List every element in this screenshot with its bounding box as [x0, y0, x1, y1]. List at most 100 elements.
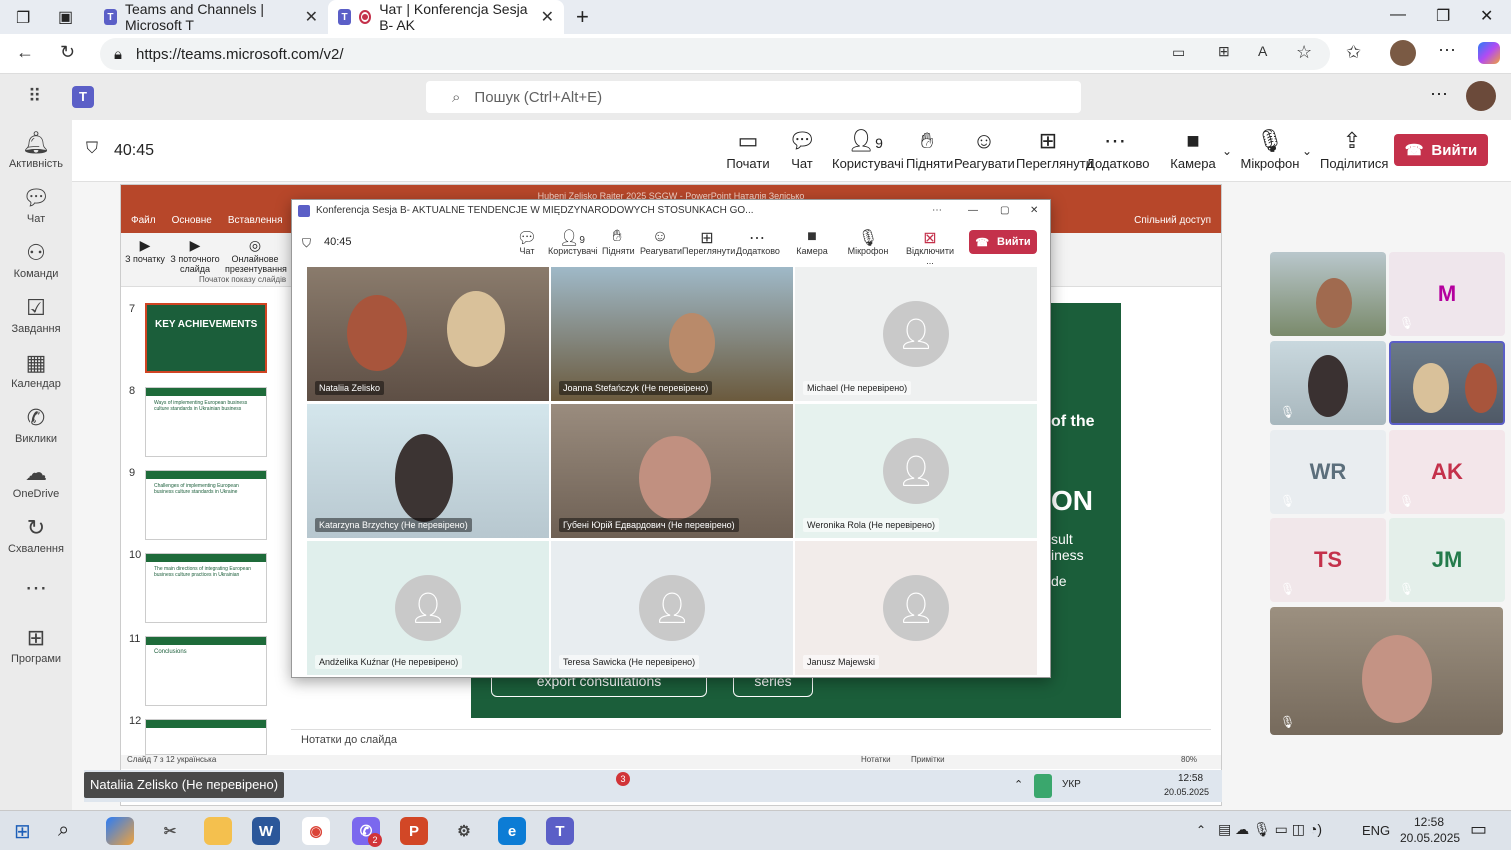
- rail-approvals[interactable]: ↻ Схвалення: [0, 515, 72, 555]
- minimize-icon[interactable]: —: [1390, 6, 1406, 24]
- react-button[interactable]: ☺ Реагувати: [954, 128, 1015, 171]
- slide-notes[interactable]: Нотатки до слайда: [291, 729, 1211, 751]
- ppt-comments-toggle[interactable]: Примітки: [911, 755, 945, 764]
- popup-react-button[interactable]: ☺ Реагувати: [640, 228, 682, 256]
- ppt-from-start[interactable]: ▶ З початку: [125, 237, 165, 264]
- gallery-tile-active[interactable]: [1389, 341, 1505, 425]
- url-field[interactable]: 🔒︎ https://teams.microsoft.com/v2/: [100, 38, 1330, 70]
- popup-more-button[interactable]: ⋯ Додатково: [736, 228, 780, 256]
- ppt-tab-file[interactable]: Файл: [131, 215, 156, 226]
- word-icon[interactable]: W: [252, 817, 280, 845]
- notifications-icon[interactable]: ▭: [1470, 819, 1487, 840]
- ppt-zoom[interactable]: 80%: [1181, 755, 1197, 764]
- gallery-tile[interactable]: JM 🎙︎: [1389, 518, 1505, 602]
- ppt-tab-insert[interactable]: Вставлення: [228, 215, 283, 226]
- popup-raise-button[interactable]: ✋︎ Підняти: [602, 228, 635, 256]
- video-tile[interactable]: Nataliia Zelisko: [307, 267, 549, 401]
- video-tile[interactable]: 👤︎ Andżelika Kuźnar (Не перевірено): [307, 541, 549, 675]
- gallery-tile[interactable]: [1270, 252, 1386, 336]
- video-tile[interactable]: 👤︎ Janusz Majewski: [795, 541, 1037, 675]
- rail-onedrive[interactable]: ☁ OneDrive: [0, 460, 72, 500]
- folder-icon[interactable]: [204, 817, 232, 845]
- rail-activity[interactable]: 🔔︎ Активність: [0, 130, 72, 170]
- settings-icon[interactable]: ⚙: [450, 817, 478, 845]
- app-launcher-icon[interactable]: ⠿: [28, 86, 41, 107]
- back-icon[interactable]: ←: [16, 42, 34, 63]
- read-aloud-icon[interactable]: A: [1258, 43, 1267, 59]
- copilot-icon[interactable]: [1478, 42, 1500, 64]
- favorites-icon[interactable]: ✩: [1346, 42, 1361, 63]
- refresh-icon[interactable]: ↻: [60, 42, 75, 63]
- more-options-icon[interactable]: ⋯: [1430, 84, 1448, 105]
- tab-chat-konferencja[interactable]: T Чат | Konferencja Sesja B- AK ✕: [328, 0, 564, 34]
- tab-teams-channels[interactable]: T Teams and Channels | Microsoft T ✕: [94, 0, 328, 34]
- raise-hand-button[interactable]: ✋︎ Підняти: [906, 128, 953, 171]
- camera-button[interactable]: ■ Камера: [1168, 128, 1218, 171]
- teams-icon[interactable]: T: [546, 817, 574, 845]
- edge-icon[interactable]: e: [498, 817, 526, 845]
- more-icon[interactable]: ⋯: [932, 200, 942, 222]
- search-input[interactable]: ⌕ Пошук (Ctrl+Alt+E): [426, 81, 1081, 113]
- minimize-icon[interactable]: —: [968, 200, 978, 222]
- popup-people-button[interactable]: 👤︎9 Користувачі: [548, 228, 598, 256]
- close-tab-icon[interactable]: ✕: [305, 7, 318, 27]
- video-tile[interactable]: Joanna Stefańczyk (Не перевірено): [551, 267, 793, 401]
- popup-chat-button[interactable]: 💬︎ Чат: [516, 228, 538, 256]
- rail-more[interactable]: ⋯: [0, 575, 72, 603]
- slide-thumb-10[interactable]: The main directions of integrating Europ…: [145, 553, 267, 623]
- rail-tasks[interactable]: ☑ Завдання: [0, 295, 72, 335]
- popup-camera-button[interactable]: ■ Камера: [796, 228, 828, 256]
- maximize-icon[interactable]: ▢: [1000, 200, 1009, 222]
- profile-avatar[interactable]: [1390, 40, 1416, 66]
- gallery-tile-large[interactable]: 🎙︎: [1270, 607, 1503, 735]
- video-tile[interactable]: Katarzyna Brzychcy (Не перевірено): [307, 404, 549, 538]
- video-tile[interactable]: 👤︎ Weronika Rola (Не перевірено): [795, 404, 1037, 538]
- ppt-tab-home[interactable]: Основне: [172, 215, 212, 226]
- start-icon[interactable]: ⊞: [14, 819, 31, 844]
- popup-disconnect-button[interactable]: ⊠ Відключити ...: [904, 228, 956, 266]
- search-icon[interactable]: ⌕: [58, 819, 69, 842]
- slide-thumb-12[interactable]: [145, 719, 267, 755]
- chrome-icon[interactable]: ◉: [302, 817, 330, 845]
- video-tile[interactable]: Губені Юрій Едвардович (Не перевірено): [551, 404, 793, 538]
- chat-button[interactable]: 💬︎ Чат: [784, 128, 820, 171]
- ppt-from-current[interactable]: ▶ З поточного слайда: [167, 237, 223, 274]
- close-window-icon[interactable]: ✕: [1480, 6, 1493, 26]
- tools-icon[interactable]: ✂: [156, 817, 184, 845]
- workspaces-icon[interactable]: ❐: [16, 8, 30, 28]
- rail-calls[interactable]: ✆ Виклики: [0, 405, 72, 445]
- slide-thumb-9[interactable]: Challenges of implementing European busi…: [145, 470, 267, 540]
- tab-actions-icon[interactable]: ▣: [58, 7, 73, 27]
- user-avatar[interactable]: [1466, 81, 1496, 111]
- gallery-tile[interactable]: TS 🎙︎: [1270, 518, 1386, 602]
- camera-options-icon[interactable]: ⌄: [1222, 144, 1232, 158]
- ppt-share[interactable]: Спільний доступ: [1134, 215, 1211, 226]
- gallery-tile[interactable]: WR 🎙︎: [1270, 430, 1386, 514]
- video-tile[interactable]: 👤︎ Teresa Sawicka (Не перевірено): [551, 541, 793, 675]
- tray-icons[interactable]: ▤ ☁ 🎙︎ ▭ ◫ ◔): [1218, 821, 1322, 838]
- slide-thumb-8[interactable]: Ways of implementing European business c…: [145, 387, 267, 457]
- mic-button[interactable]: 🎙︎ Мікрофон: [1240, 128, 1300, 171]
- rail-chat[interactable]: 💬︎ Чат: [0, 185, 72, 225]
- ppt-present-online[interactable]: ◎ Онлайнове презентування: [225, 237, 287, 274]
- apps-icon[interactable]: ⊞: [1218, 43, 1230, 60]
- chevron-up-icon[interactable]: ⌃: [1196, 823, 1206, 837]
- mic-options-icon[interactable]: ⌄: [1302, 144, 1312, 158]
- close-icon[interactable]: ✕: [1030, 200, 1038, 222]
- copilot-icon[interactable]: [106, 817, 134, 845]
- more-button[interactable]: ⋯ Додатково: [1086, 128, 1149, 171]
- gallery-tile[interactable]: AK 🎙︎: [1389, 430, 1505, 514]
- gallery-tile[interactable]: 🎙︎: [1270, 341, 1386, 425]
- more-icon[interactable]: ⋯: [1438, 40, 1456, 61]
- video-icon[interactable]: ▭: [1172, 44, 1185, 61]
- view-button[interactable]: ⊞ Переглянути: [1016, 128, 1093, 171]
- powerpoint-icon[interactable]: P: [400, 817, 428, 845]
- leave-button[interactable]: ☎ Вийти: [1394, 134, 1488, 166]
- start-button[interactable]: ▭ Почати: [722, 128, 774, 171]
- popup-mic-button[interactable]: 🎙︎ Мікрофон: [846, 228, 890, 256]
- people-button[interactable]: 👤︎9 Користувачі: [832, 128, 904, 171]
- slide-thumb-7[interactable]: KEY ACHIEVEMENTS: [145, 303, 267, 373]
- gallery-tile[interactable]: M 🎙︎: [1389, 252, 1505, 336]
- popup-leave-button[interactable]: ☎ Вийти: [969, 230, 1037, 254]
- ppt-notes-toggle[interactable]: Нотатки: [861, 755, 891, 764]
